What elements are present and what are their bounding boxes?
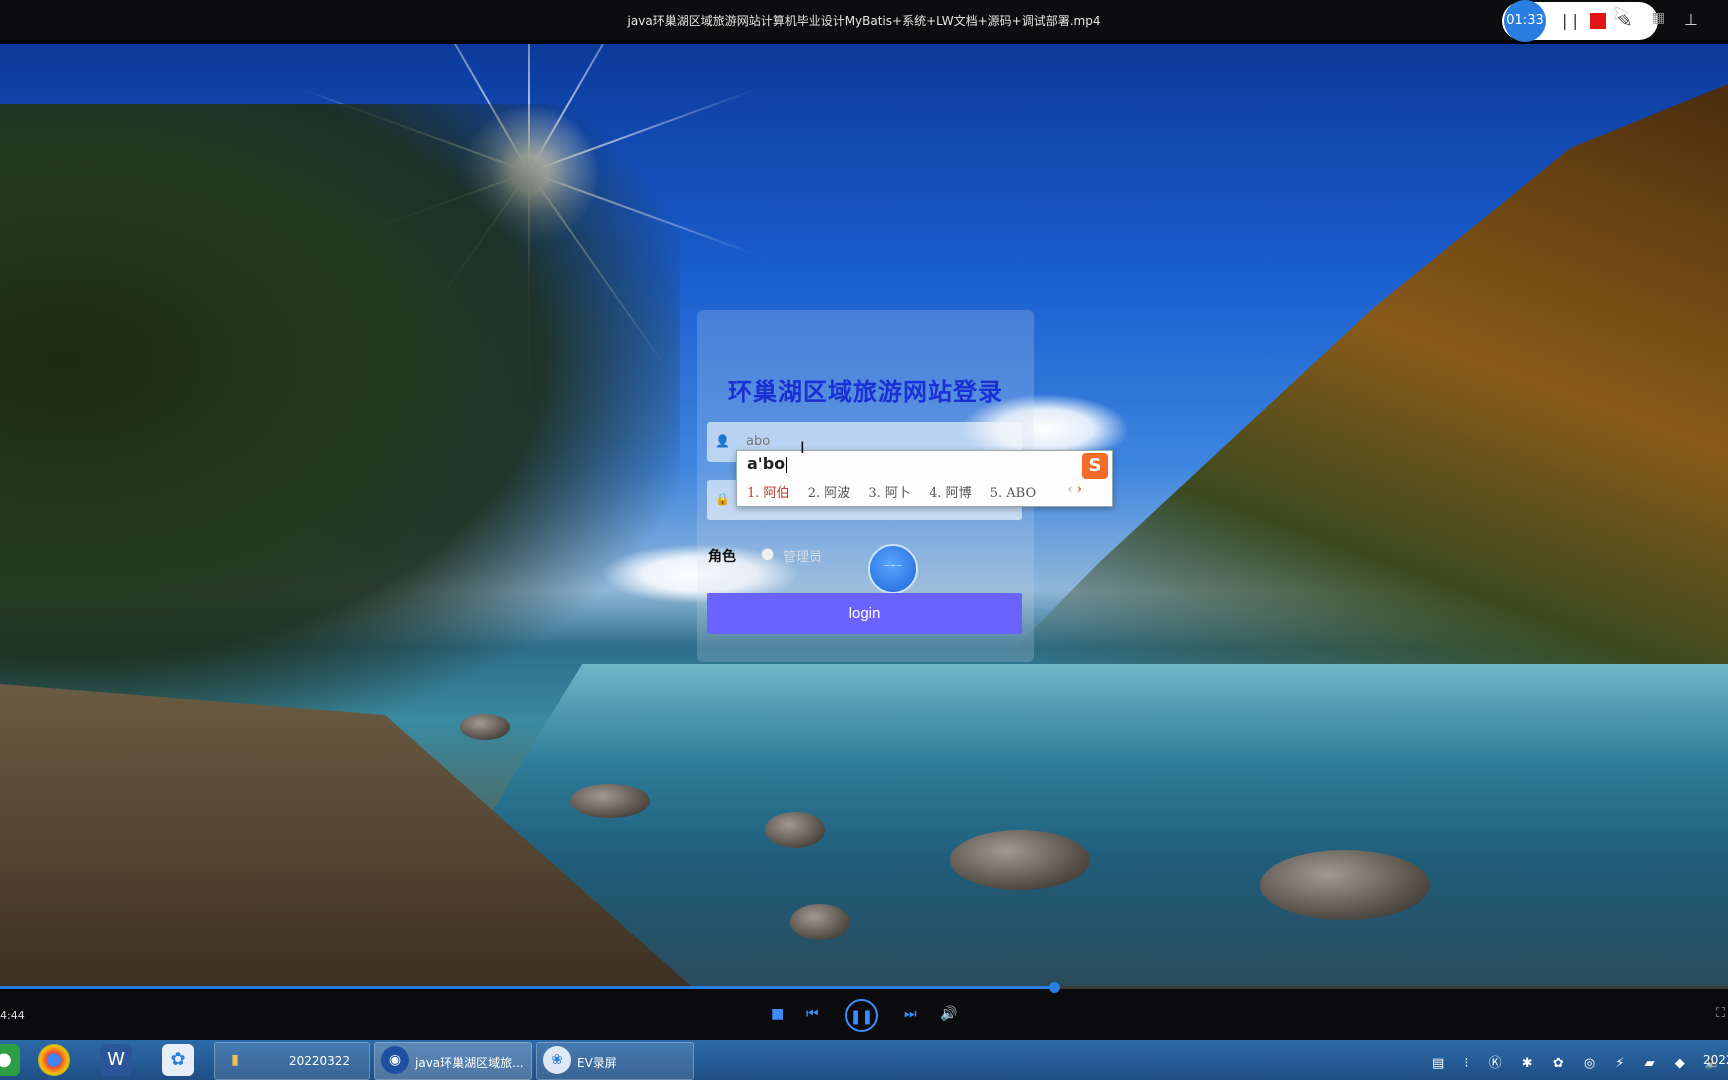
ime-candidate[interactable]: 1. 阿伯 — [747, 486, 790, 501]
loading-spinner-icon: ⁻⁻⁻ — [868, 544, 918, 594]
player-controls: 4:44 ■ ⏮ ❚❚ ⏭ 🔊 ⛶ — [0, 982, 1728, 1040]
ime-next-icon[interactable]: › — [1077, 482, 1082, 497]
recorder-widget: 01:33 | | ✎ — [1502, 0, 1658, 42]
username-value[interactable]: abo — [746, 434, 770, 449]
ime-candidate[interactable]: 4. 阿博 — [929, 486, 972, 501]
mouse-cursor-icon: ➤ — [1612, 0, 1629, 24]
ime-candidates: 1. 阿伯 2. 阿波 3. 阿卜 4. 阿博 5. ABO — [747, 482, 1050, 501]
word-icon[interactable]: W — [100, 1044, 132, 1076]
next-icon[interactable]: ⏭ — [904, 1006, 917, 1022]
ime-prev-icon[interactable]: ‹ — [1067, 482, 1072, 497]
app-icon[interactable]: ✿ — [162, 1044, 194, 1076]
rock-image — [950, 830, 1090, 890]
login-heading: 环巢湖区域旅游网站登录 — [728, 378, 1003, 406]
previous-icon[interactable]: ⏮ — [806, 1006, 819, 1022]
progress-fill — [0, 986, 1055, 989]
taskbar: ● W ✿ ▮ 20220322 ◉ java环巢湖区域旅... ❀ EV录屏 … — [0, 1040, 1728, 1080]
fullscreen-icon[interactable]: ⛶ — [1716, 1006, 1725, 1021]
progress-bar[interactable] — [0, 982, 1728, 993]
taskbar-item-label: EV录屏 — [577, 1056, 617, 1070]
system-tray[interactable]: ▤ ⁝ Ⓚ ✱ ✿ ◎ ⚡ ▰ ◆ 🔈 ▦ ▣ — [1432, 1052, 1728, 1071]
ime-candidate-popup: a'bo 1. 阿伯 2. 阿波 3. 阿卜 4. 阿博 5. ABO ‹ › … — [736, 450, 1113, 507]
rock-image — [765, 812, 825, 848]
recorder-pause-button[interactable]: | | — [1562, 11, 1578, 30]
forest-left-image — [0, 104, 680, 744]
pause-button[interactable]: ❚❚ — [845, 999, 878, 1032]
recorder-stop-button[interactable] — [1590, 13, 1606, 29]
taskbar-item-label: java环巢湖区域旅... — [415, 1056, 524, 1070]
lock-icon: 🔒 — [715, 492, 730, 506]
ime-candidate[interactable]: 3. 阿卜 — [868, 486, 911, 501]
text-caret — [786, 456, 788, 473]
stop-icon[interactable]: ■ — [771, 1006, 784, 1022]
volume-icon[interactable]: 🔊 — [940, 1006, 957, 1022]
role-label: 角色 — [708, 549, 736, 565]
ime-composing-text: a'bo — [747, 454, 788, 473]
user-icon: 👤 — [715, 434, 730, 448]
player-icon: ◉ — [381, 1046, 409, 1074]
role-radio-admin[interactable] — [761, 548, 774, 561]
ime-composing-value: a'bo — [747, 454, 786, 473]
progress-knob[interactable] — [1049, 982, 1061, 993]
rock-image — [790, 904, 850, 940]
text-cursor-icon: I — [800, 438, 805, 457]
clock: 2022 — [1703, 1053, 1728, 1067]
window-title: java环巢湖区域旅游网站计算机毕业设计MyBatis+系统+LW文档+源码+调… — [627, 14, 1101, 28]
rock-image — [460, 714, 510, 740]
taskbar-item-recorder[interactable]: ❀ EV录屏 — [536, 1042, 694, 1080]
taskbar-item-player[interactable]: ◉ java环巢湖区域旅... — [374, 1042, 532, 1080]
window-titlebar: java环巢湖区域旅游网站计算机毕业设计MyBatis+系统+LW文档+源码+调… — [0, 0, 1728, 42]
window-icon[interactable]: ▦ — [1652, 10, 1665, 26]
recorder-timer: 01:33 — [1504, 0, 1546, 42]
rock-image — [1260, 850, 1430, 920]
recorder-icon: ❀ — [543, 1046, 571, 1074]
folder-icon: ▮ — [231, 1052, 239, 1068]
ime-candidate[interactable]: 5. ABO — [990, 486, 1036, 501]
ime-candidate[interactable]: 2. 阿波 — [808, 486, 851, 501]
rock-image — [570, 784, 650, 818]
role-radio-admin-label[interactable]: 管理员 — [783, 546, 822, 565]
start-icon[interactable]: ● — [0, 1044, 20, 1076]
taskbar-item-label: 20220322 — [289, 1054, 351, 1068]
pin-icon[interactable]: ⊥ — [1684, 10, 1698, 29]
elapsed-time: 4:44 — [0, 1009, 25, 1022]
taskbar-item-folder[interactable]: ▮ 20220322 — [214, 1042, 370, 1080]
login-button[interactable]: login — [707, 593, 1022, 634]
sogou-logo-icon: S — [1082, 453, 1108, 479]
chrome-icon[interactable] — [38, 1044, 70, 1076]
ime-page-arrows[interactable]: ‹ › — [1067, 482, 1082, 497]
